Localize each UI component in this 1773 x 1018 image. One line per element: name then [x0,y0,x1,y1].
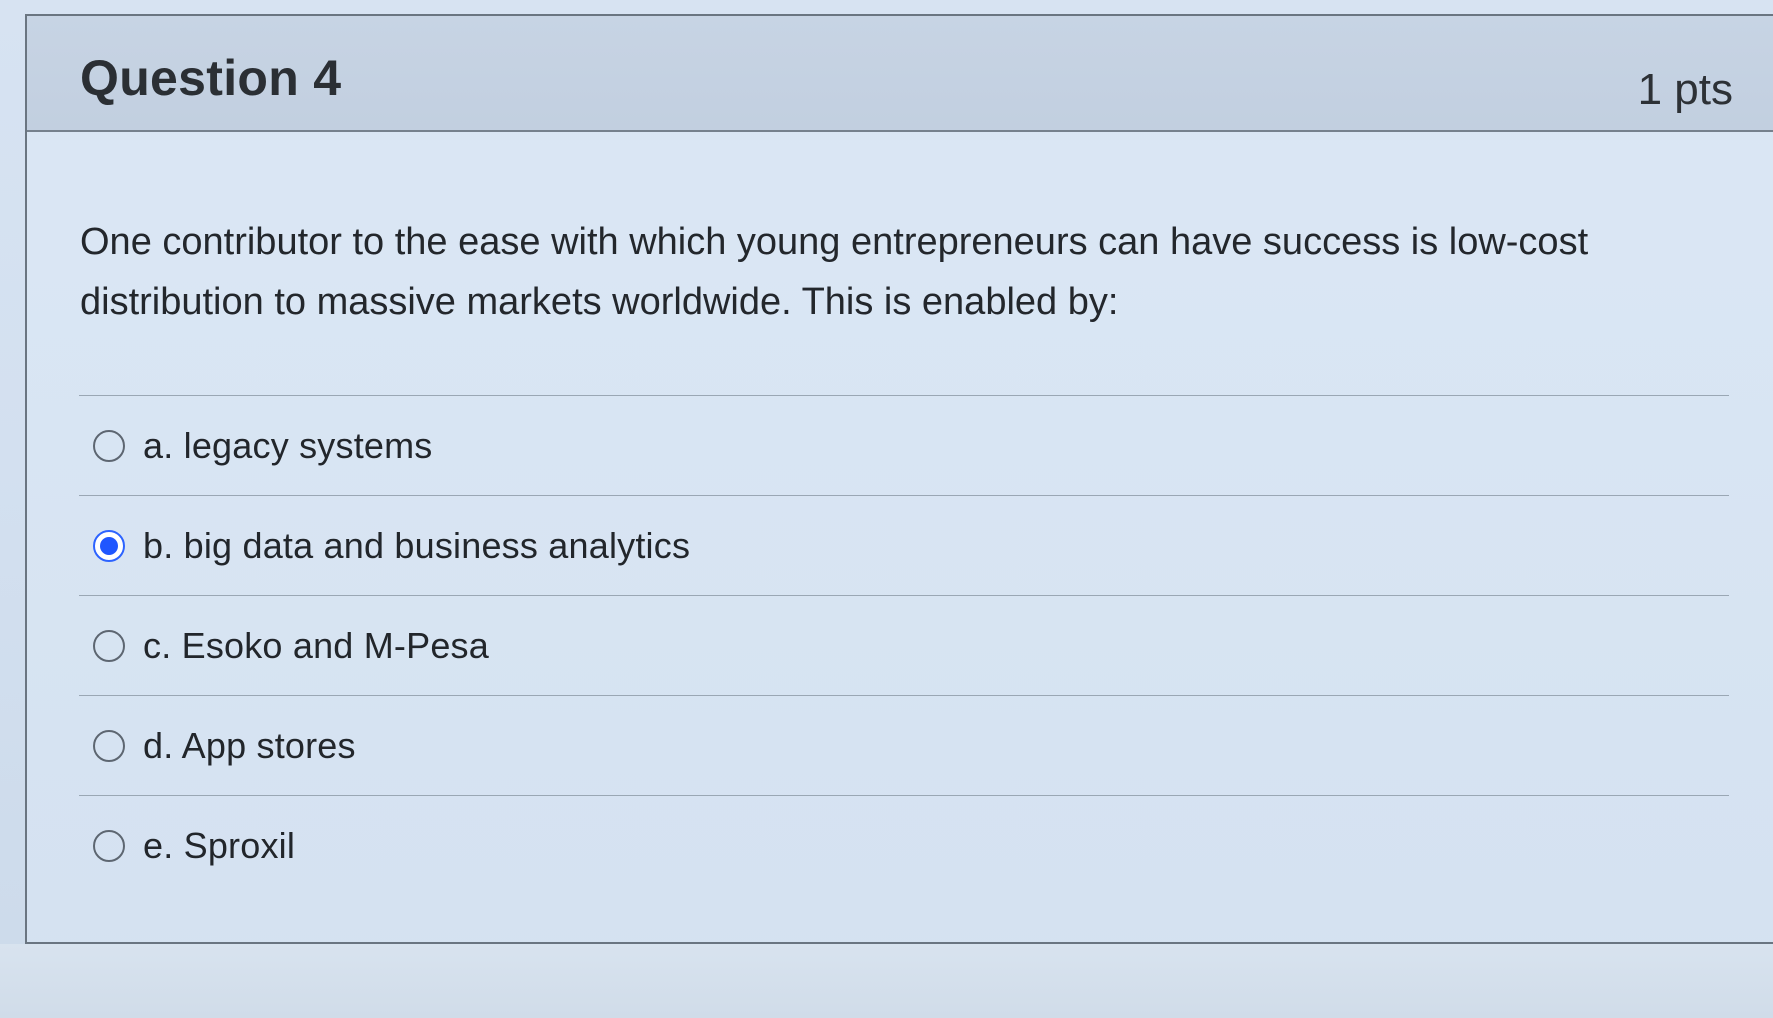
answer-option-a-label: a. legacy systems [143,424,433,466]
answer-option-c-label: c. Esoko and M-Pesa [143,624,489,666]
question-points: 1 pts [1637,65,1733,114]
page-background-bottom [0,944,1773,1018]
answer-option-c[interactable]: c. Esoko and M-Pesa [79,595,1729,695]
answer-option-b-label: b. big data and business analytics [143,524,691,566]
answer-option-d-label: d. App stores [143,724,356,766]
question-prompt: One contributor to the ease with which y… [80,221,1589,323]
question-title: Question 4 [80,50,342,106]
radio-button-a[interactable] [93,429,125,462]
answer-option-a[interactable]: a. legacy systems [79,395,1729,495]
answer-option-e-label: e. Sproxil [143,824,296,866]
radio-button-e[interactable] [93,829,125,862]
question-card: Question 4 1 pts One contributor to the … [25,14,1773,944]
question-header: Question 4 1 pts [27,16,1773,132]
radio-button-c[interactable] [93,629,125,662]
answer-option-e[interactable]: e. Sproxil [79,795,1729,895]
answer-options-list: a. legacy systems b. big data and busine… [79,395,1729,895]
radio-button-b-selected[interactable] [93,529,125,562]
answer-option-b[interactable]: b. big data and business analytics [79,495,1729,595]
radio-button-d[interactable] [93,729,125,762]
answer-option-d[interactable]: d. App stores [79,695,1729,795]
